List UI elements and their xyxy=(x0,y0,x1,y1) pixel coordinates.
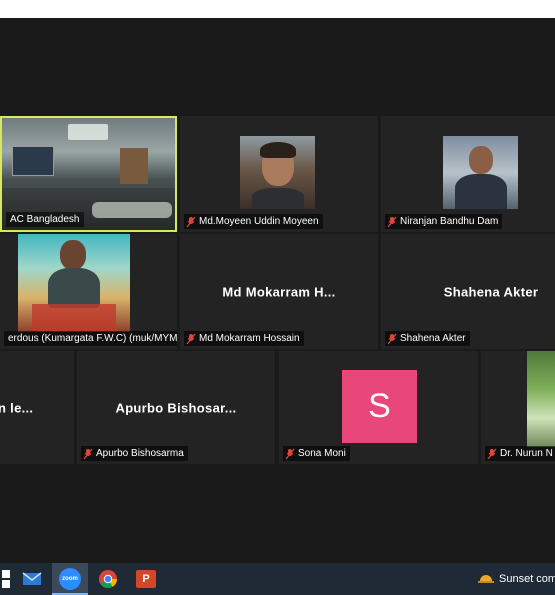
chrome-icon[interactable] xyxy=(97,568,119,590)
zoom-icon[interactable]: zoom xyxy=(59,568,81,590)
participant-photo xyxy=(527,351,555,447)
participant-label: erdous (Kumargata F.W.C) (muk/MYM) xyxy=(4,331,177,346)
powerpoint-icon-text: P xyxy=(136,570,156,588)
participant-name: Md Mokarram Hossain xyxy=(199,333,300,344)
participant-name: erdous (Kumargata F.W.C) (muk/MYM) xyxy=(8,333,177,344)
participant-name: Apurbo Bishosarma xyxy=(96,448,184,459)
participant-name: Niranjan Bandhu Dam xyxy=(400,216,499,227)
weather-widget[interactable]: Sunset com xyxy=(478,571,555,586)
muted-mic-icon xyxy=(387,333,397,345)
tile-partial-left[interactable]: n le... xyxy=(0,351,74,464)
participant-label: Shahena Akter xyxy=(385,331,470,346)
participant-label: Apurbo Bishosarma xyxy=(81,446,188,461)
participant-name: Sona Moni xyxy=(298,448,346,459)
windows-taskbar: zoom P Sunset com xyxy=(0,563,555,595)
participant-label: AC Bangladesh xyxy=(6,212,84,227)
tile-sona[interactable]: S Sona Moni xyxy=(279,351,478,464)
participant-name: Shahena Akter xyxy=(400,333,466,344)
video-tile-nurun[interactable]: Dr. Nurun N xyxy=(481,351,555,464)
zoom-icon-text: zoom xyxy=(59,568,81,590)
participant-label: Dr. Nurun N xyxy=(485,446,555,461)
participant-label: Md Mokarram Hossain xyxy=(184,331,304,346)
tile-apurbo[interactable]: Apurbo Bishosar... Apurbo Bishosarma xyxy=(77,351,275,464)
participant-display-name: Apurbo Bishosar... xyxy=(115,400,237,415)
sunset-icon xyxy=(478,571,494,586)
window-top-strip xyxy=(0,0,555,18)
weather-text: Sunset com xyxy=(499,572,555,585)
participant-display-name: Shahena Akter xyxy=(443,284,539,299)
participant-display-name: Md Mokarram H... xyxy=(222,284,336,299)
participant-label: Niranjan Bandhu Dam xyxy=(385,214,503,229)
tile-mokarram[interactable]: Md Mokarram H... Md Mokarram Hossain xyxy=(180,234,378,349)
tile-shahena[interactable]: Shahena Akter Shahena Akter xyxy=(381,234,555,349)
muted-mic-icon xyxy=(387,216,397,228)
video-tile-moyeen[interactable]: Md.Moyeen Uddin Moyeen xyxy=(180,116,378,232)
participant-label: Sona Moni xyxy=(283,446,350,461)
muted-mic-icon xyxy=(83,448,93,460)
participant-name: AC Bangladesh xyxy=(10,214,80,225)
participant-name: Md.Moyeen Uddin Moyeen xyxy=(199,216,319,227)
powerpoint-icon[interactable]: P xyxy=(135,568,157,590)
avatar: S xyxy=(342,370,417,443)
participant-name: Dr. Nurun N xyxy=(500,448,553,459)
muted-mic-icon xyxy=(186,216,196,228)
mail-icon[interactable] xyxy=(21,568,43,590)
participant-label: Md.Moyeen Uddin Moyeen xyxy=(184,214,323,229)
windows-start-icon[interactable] xyxy=(0,568,12,590)
participant-photo xyxy=(443,136,518,209)
participant-photo xyxy=(18,234,130,332)
muted-mic-icon xyxy=(285,448,295,460)
video-tile-brac[interactable]: AC Bangladesh xyxy=(0,116,177,232)
participant-photo xyxy=(240,136,315,209)
video-tile-niranjan[interactable]: Niranjan Bandhu Dam xyxy=(381,116,555,232)
muted-mic-icon xyxy=(186,333,196,345)
participant-display-name: n le... xyxy=(0,400,34,415)
video-tile-ferdous[interactable]: erdous (Kumargata F.W.C) (muk/MYM) xyxy=(0,234,177,349)
muted-mic-icon xyxy=(487,448,497,460)
